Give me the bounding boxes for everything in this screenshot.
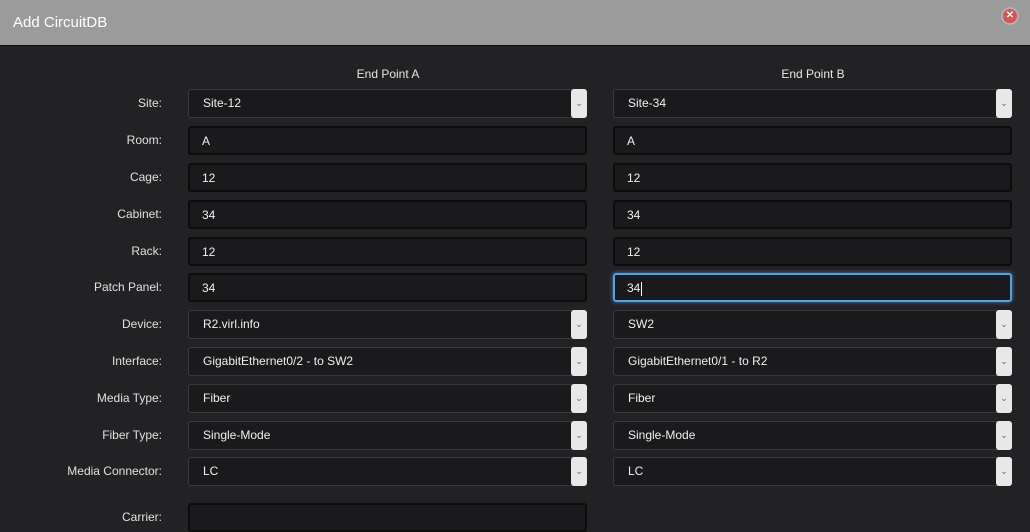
- chevron-down-icon[interactable]: ⌄: [996, 89, 1012, 118]
- fiber-type-select-b[interactable]: Single-Mode ⌄: [613, 421, 1012, 450]
- chevron-down-icon[interactable]: ⌄: [571, 457, 587, 486]
- column-header-end-point-b: End Point B: [781, 67, 845, 81]
- patch-panel-value-a: 34: [202, 281, 216, 295]
- rack-label: Rack:: [131, 244, 162, 258]
- rack-value-b: 12: [627, 245, 641, 259]
- cage-input-b[interactable]: 12: [613, 163, 1012, 192]
- cabinet-value-a: 34: [202, 208, 216, 222]
- dialog-title: Add CircuitDB: [13, 14, 108, 31]
- room-input-b[interactable]: A: [613, 126, 1012, 155]
- chevron-down-icon[interactable]: ⌄: [571, 421, 587, 450]
- media-type-select-b[interactable]: Fiber ⌄: [613, 384, 1012, 413]
- site-value-b: Site-34: [628, 96, 667, 110]
- cage-value-a: 12: [202, 171, 216, 185]
- media-connector-select-b[interactable]: LC ⌄: [613, 457, 1012, 486]
- media-connector-label: Media Connector:: [67, 464, 162, 478]
- carrier-input-a[interactable]: [188, 503, 587, 532]
- interface-select-b[interactable]: GigabitEthernet0/1 - to R2 ⌄: [613, 347, 1012, 376]
- cabinet-value-b: 34: [627, 208, 641, 222]
- patch-panel-input-b[interactable]: 34: [613, 273, 1012, 302]
- room-value-b: A: [627, 134, 636, 148]
- media-connector-select-a[interactable]: LC ⌄: [188, 457, 587, 486]
- interface-value-a: GigabitEthernet0/2 - to SW2: [203, 354, 354, 368]
- cage-input-a[interactable]: 12: [188, 163, 587, 192]
- rack-input-a[interactable]: 12: [188, 237, 587, 266]
- cage-value-b: 12: [627, 171, 641, 185]
- media-type-value-a: Fiber: [203, 391, 231, 405]
- media-connector-value-b: LC: [628, 464, 644, 478]
- patch-panel-input-a[interactable]: 34: [188, 273, 587, 302]
- chevron-down-icon[interactable]: ⌄: [571, 310, 587, 339]
- cage-label: Cage:: [129, 170, 162, 184]
- carrier-label: Carrier:: [121, 510, 162, 524]
- site-select-b[interactable]: Site-34 ⌄: [613, 89, 1012, 118]
- site-select-a[interactable]: Site-12 ⌄: [188, 89, 587, 118]
- site-value-a: Site-12: [203, 96, 242, 110]
- chevron-down-icon[interactable]: ⌄: [996, 457, 1012, 486]
- rack-input-b[interactable]: 12: [613, 237, 1012, 266]
- device-label: Device:: [121, 317, 162, 331]
- device-value-b: SW2: [628, 317, 655, 331]
- fiber-type-label: Fiber Type:: [102, 428, 162, 442]
- interface-label: Interface:: [111, 354, 162, 368]
- rack-value-a: 12: [202, 245, 216, 259]
- device-value-a: R2.virl.info: [203, 317, 260, 331]
- chevron-down-icon[interactable]: ⌄: [996, 347, 1012, 376]
- cabinet-input-a[interactable]: 34: [188, 200, 587, 229]
- media-type-select-a[interactable]: Fiber ⌄: [188, 384, 587, 413]
- cabinet-label: Cabinet:: [117, 207, 162, 221]
- media-connector-value-a: LC: [203, 464, 219, 478]
- chevron-down-icon[interactable]: ⌄: [571, 347, 587, 376]
- chevron-down-icon[interactable]: ⌄: [571, 89, 587, 118]
- interface-value-b: GigabitEthernet0/1 - to R2: [628, 354, 768, 368]
- fiber-type-value-a: Single-Mode: [203, 428, 271, 442]
- patch-panel-value-b: 34: [627, 281, 641, 295]
- device-select-b[interactable]: SW2 ⌄: [613, 310, 1012, 339]
- fiber-type-value-b: Single-Mode: [628, 428, 696, 442]
- close-icon[interactable]: ✕: [1003, 9, 1017, 23]
- media-type-label: Media Type:: [96, 391, 162, 405]
- chevron-down-icon[interactable]: ⌄: [996, 310, 1012, 339]
- dialog-header: Add CircuitDB ✕: [0, 0, 1030, 46]
- room-label: Room:: [126, 133, 162, 147]
- column-header-end-point-a: End Point A: [356, 67, 420, 81]
- media-type-value-b: Fiber: [628, 391, 656, 405]
- interface-select-a[interactable]: GigabitEthernet0/2 - to SW2 ⌄: [188, 347, 587, 376]
- device-select-a[interactable]: R2.virl.info ⌄: [188, 310, 587, 339]
- chevron-down-icon[interactable]: ⌄: [996, 421, 1012, 450]
- cabinet-input-b[interactable]: 34: [613, 200, 1012, 229]
- room-input-a[interactable]: A: [188, 126, 587, 155]
- chevron-down-icon[interactable]: ⌄: [996, 384, 1012, 413]
- chevron-down-icon[interactable]: ⌄: [571, 384, 587, 413]
- room-value-a: A: [202, 134, 211, 148]
- patch-panel-label: Patch Panel:: [93, 280, 162, 294]
- fiber-type-select-a[interactable]: Single-Mode ⌄: [188, 421, 587, 450]
- text-caret: [641, 281, 643, 296]
- site-label: Site:: [137, 96, 162, 110]
